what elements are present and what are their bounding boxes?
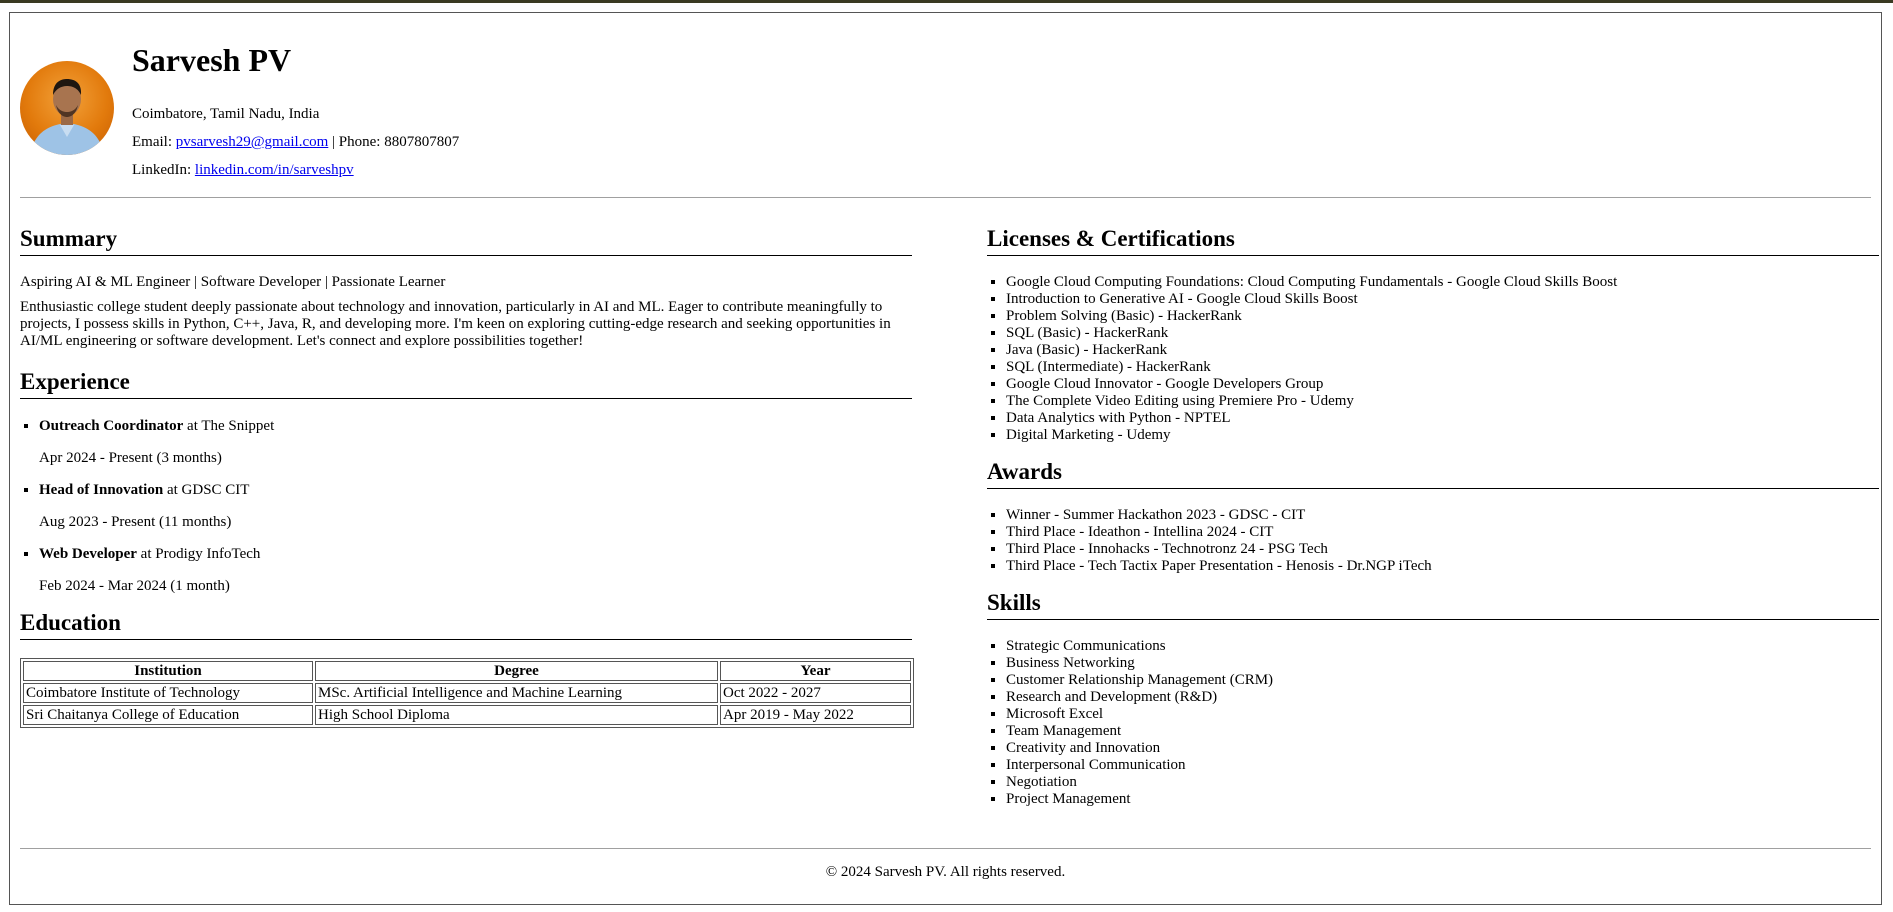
list-item: Research and Development (R&D) [1006, 689, 1879, 706]
column-header-degree: Degree [315, 661, 718, 681]
list-item: Interpersonal Communication [1006, 757, 1879, 774]
summary-body: Enthusiastic college student deeply pass… [20, 299, 891, 349]
left-column: Summary Aspiring AI & ML Engineer | Soft… [20, 225, 914, 728]
experience-org: at GDSC CIT [163, 482, 250, 498]
list-item: Third Place - Innohacks - Technotronz 24… [1006, 541, 1879, 558]
table-cell: High School Diploma [315, 705, 718, 725]
list-item: Third Place - Ideathon - Intellina 2024 … [1006, 524, 1879, 541]
table-header-row: Institution Degree Year [23, 661, 911, 681]
profile-location: Coimbatore, Tamil Nadu, India [132, 106, 320, 122]
list-item: Java (Basic) - HackerRank [1006, 342, 1879, 359]
experience-item: Outreach Coordinator at The Snippet [39, 417, 912, 435]
column-header-year: Year [720, 661, 911, 681]
list-item: SQL (Intermediate) - HackerRank [1006, 359, 1879, 376]
skills-list: Strategic Communications Business Networ… [987, 638, 1879, 808]
list-item: Problem Solving (Basic) - HackerRank [1006, 308, 1879, 325]
table-row: Sri Chaitanya College of Education High … [23, 705, 911, 725]
list-item: Data Analytics with Python - NPTEL [1006, 410, 1879, 427]
footer-copyright: © 2024 Sarvesh PV. All rights reserved. [825, 864, 1066, 880]
table-cell: Apr 2019 - May 2022 [720, 705, 911, 725]
list-item: Introduction to Generative AI - Google C… [1006, 291, 1879, 308]
experience-item: Head of Innovation at GDSC CIT [39, 481, 912, 499]
email-label: Email: [132, 134, 172, 150]
experience-role: Web Developer [39, 546, 137, 562]
list-item: Customer Relationship Management (CRM) [1006, 672, 1879, 689]
list-item: Winner - Summer Hackathon 2023 - GDSC - … [1006, 507, 1879, 524]
list-item: Negotiation [1006, 774, 1879, 791]
list-item: SQL (Basic) - HackerRank [1006, 325, 1879, 342]
right-column: Licenses & Certifications Google Cloud C… [987, 225, 1879, 808]
column-header-institution: Institution [23, 661, 313, 681]
list-item: Google Cloud Innovator - Google Develope… [1006, 376, 1879, 393]
phone-text: | Phone: 8807807807 [332, 134, 460, 150]
experience-dates: Feb 2024 - Mar 2024 (1 month) [39, 578, 230, 594]
table-cell: MSc. Artificial Intelligence and Machine… [315, 683, 718, 703]
experience-heading: Experience [20, 368, 912, 399]
experience-item: Web Developer at Prodigy InfoTech [39, 545, 912, 563]
experience-role: Outreach Coordinator [39, 418, 184, 434]
list-item: The Complete Video Editing using Premier… [1006, 393, 1879, 410]
window-top-bar [0, 0, 1893, 3]
licenses-heading: Licenses & Certifications [987, 225, 1879, 256]
email-link[interactable]: pvsarvesh29@gmail.com [176, 134, 329, 150]
list-item: Creativity and Innovation [1006, 740, 1879, 757]
table-cell: Sri Chaitanya College of Education [23, 705, 313, 725]
table-row: Coimbatore Institute of Technology MSc. … [23, 683, 911, 703]
awards-list: Winner - Summer Hackathon 2023 - GDSC - … [987, 507, 1879, 575]
contact-line: Email: pvsarvesh29@gmail.com | Phone: 88… [132, 133, 459, 151]
experience-dates: Aug 2023 - Present (11 months) [39, 514, 232, 530]
profile-avatar [20, 61, 114, 155]
resume-page: Sarvesh PV Coimbatore, Tamil Nadu, India… [9, 12, 1882, 905]
list-item: Project Management [1006, 791, 1879, 808]
education-heading: Education [20, 609, 912, 640]
linkedin-label: LinkedIn: [132, 162, 192, 178]
experience-list: Outreach Coordinator at The Snippet Apr … [20, 417, 912, 595]
list-item: Google Cloud Computing Foundations: Clou… [1006, 274, 1879, 291]
education-table: Institution Degree Year Coimbatore Insti… [20, 658, 914, 728]
profile-name: Sarvesh PV [132, 42, 292, 78]
skills-heading: Skills [987, 589, 1879, 620]
experience-org: at The Snippet [183, 418, 275, 434]
list-item: Business Networking [1006, 655, 1879, 672]
table-cell: Coimbatore Institute of Technology [23, 683, 313, 703]
list-item: Microsoft Excel [1006, 706, 1879, 723]
list-item: Strategic Communications [1006, 638, 1879, 655]
footer-divider [20, 848, 1871, 849]
summary-heading: Summary [20, 225, 912, 256]
list-item: Team Management [1006, 723, 1879, 740]
experience-role: Head of Innovation [39, 482, 164, 498]
linkedin-line: LinkedIn: linkedin.com/in/sarveshpv [132, 161, 354, 179]
list-item: Third Place - Tech Tactix Paper Presenta… [1006, 558, 1879, 575]
table-cell: Oct 2022 - 2027 [720, 683, 911, 703]
header-divider [20, 197, 1871, 198]
awards-heading: Awards [987, 458, 1879, 489]
licenses-list: Google Cloud Computing Foundations: Clou… [987, 274, 1879, 444]
experience-org: at Prodigy InfoTech [136, 546, 261, 562]
list-item: Digital Marketing - Udemy [1006, 427, 1879, 444]
summary-tagline: Aspiring AI & ML Engineer | Software Dev… [20, 274, 446, 290]
linkedin-link[interactable]: linkedin.com/in/sarveshpv [195, 162, 354, 178]
experience-dates: Apr 2024 - Present (3 months) [39, 450, 222, 466]
